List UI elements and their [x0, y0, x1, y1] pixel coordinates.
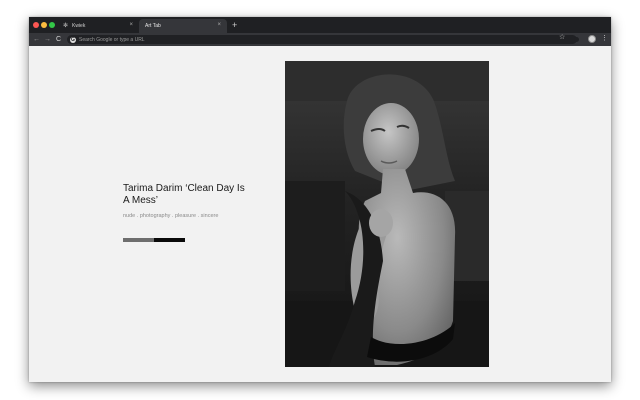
- close-icon[interactable]: ×: [129, 22, 133, 29]
- reload-icon[interactable]: C: [56, 35, 61, 44]
- address-bar-input[interactable]: [79, 35, 479, 44]
- new-tab-page: Tarima Darim ‘Clean Day Is A Mess’ nude …: [29, 46, 611, 382]
- browser-toolbar: ← → C G ☆ ⋮: [29, 33, 611, 46]
- tab-kwiek[interactable]: ✻ Kwiek ×: [59, 19, 139, 33]
- forward-icon[interactable]: →: [44, 35, 51, 44]
- window-close-button[interactable]: [33, 22, 39, 28]
- tab-title: Art Tab: [145, 23, 161, 29]
- post-tags: nude . photography . pleasure . sincere: [123, 213, 219, 219]
- menu-icon[interactable]: ⋮: [601, 35, 608, 43]
- tab-strip: ✻ Kwiek × Art Tab × +: [29, 17, 611, 33]
- logo-icon: ✻: [63, 23, 69, 29]
- photograph-icon: [285, 61, 489, 367]
- google-icon: G: [70, 36, 76, 43]
- close-icon[interactable]: ×: [217, 22, 221, 29]
- progress-fill: [123, 238, 154, 242]
- back-icon[interactable]: ←: [33, 35, 40, 44]
- tab-title: Kwiek: [72, 23, 86, 29]
- profile-avatar-icon[interactable]: [588, 35, 596, 43]
- tab-art-tab[interactable]: Art Tab ×: [139, 19, 227, 33]
- artwork-progress-bar: [123, 238, 185, 242]
- bookmark-star-icon[interactable]: ☆: [559, 34, 565, 42]
- new-tab-button[interactable]: +: [232, 20, 237, 30]
- extension-icon[interactable]: [574, 37, 579, 42]
- browser-window: ✻ Kwiek × Art Tab × + ← → C G ☆ ⋮ Tarima…: [29, 17, 611, 382]
- post-title[interactable]: Tarima Darim ‘Clean Day Is A Mess’: [123, 183, 253, 207]
- omnibox[interactable]: G: [67, 35, 577, 44]
- window-minimize-button[interactable]: [41, 22, 47, 28]
- window-maximize-button[interactable]: [49, 22, 55, 28]
